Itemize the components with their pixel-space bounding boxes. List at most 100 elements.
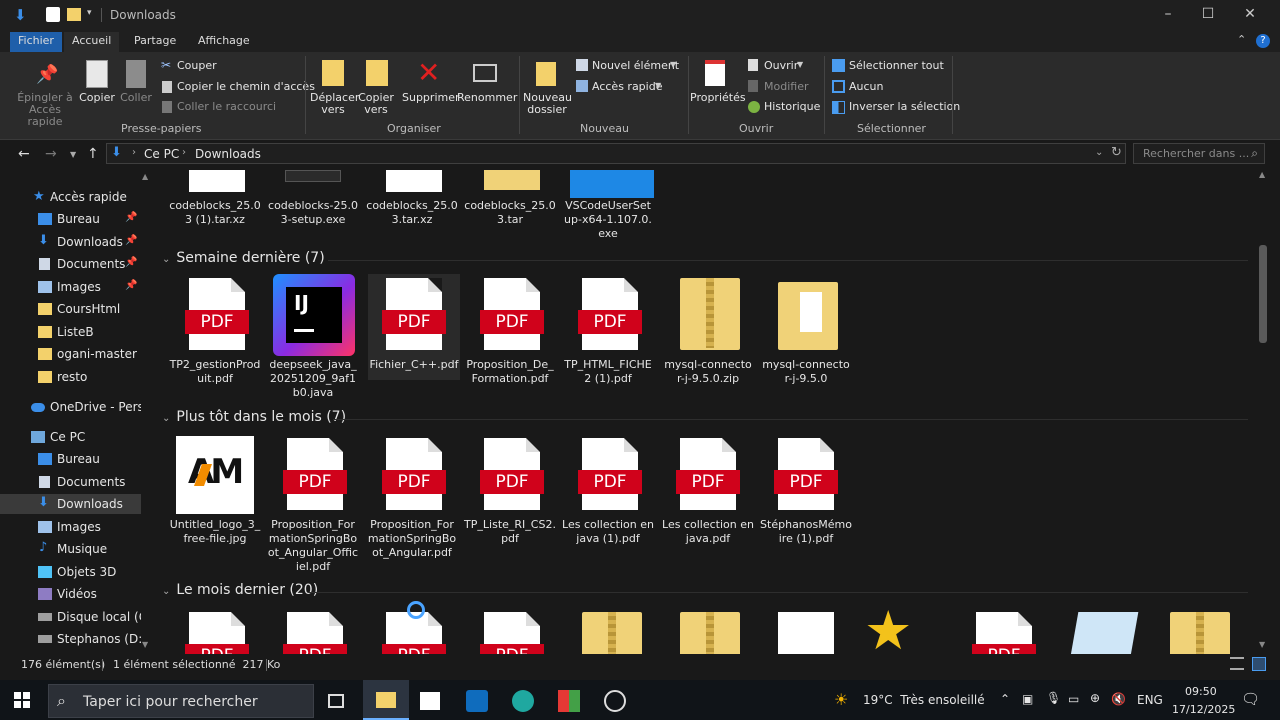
nav-quick-access[interactable]: ★ Accès rapide <box>0 187 150 207</box>
tab-fichier[interactable]: Fichier <box>10 32 62 52</box>
weather-text[interactable]: 19°C Très ensoleillé <box>863 693 985 707</box>
app-grid-icon[interactable] <box>558 690 580 712</box>
nav-item-resto[interactable]: resto <box>0 367 150 387</box>
select-none-button[interactable]: Aucun <box>849 80 884 93</box>
easy-access-button[interactable]: Accès rapide <box>592 80 662 93</box>
file-item[interactable]: PDF TP_HTML_FICHE 2 (1).pdf <box>562 274 654 404</box>
scroll-up-icon[interactable]: ▲ <box>142 172 148 181</box>
file-item[interactable]: PDF Les collection en java.pdf <box>662 434 754 574</box>
network-icon[interactable]: ⊕ <box>1090 691 1100 705</box>
pin-quick-access-button[interactable]: Épingler à Accès rapide <box>10 92 80 128</box>
new-folder-button[interactable]: Nouveau dossier <box>523 92 572 116</box>
pdf-file-icon[interactable]: PDF <box>185 612 249 654</box>
scroll-up-icon[interactable]: ▲ <box>1259 170 1265 179</box>
file-item[interactable]: codeblocks-25.03-setup.exe <box>267 170 359 240</box>
invert-selection-button[interactable]: Inverser la sélection <box>849 100 960 113</box>
volume-icon[interactable]: 🔇 <box>1111 692 1126 706</box>
copy-button[interactable]: Copier <box>78 92 116 104</box>
large-icons-view-icon[interactable] <box>1252 657 1266 671</box>
nav-item-images[interactable]: Images 📌 <box>0 277 150 297</box>
edge-icon[interactable] <box>512 690 534 712</box>
move-to-button[interactable]: Déplacer vers <box>310 92 359 116</box>
address-bar[interactable]: ⬇ › Ce PC › Downloads ⌄ ↻ <box>106 143 1126 164</box>
store-icon[interactable] <box>420 692 440 710</box>
nav-item-bureau[interactable]: Bureau 📌 <box>0 209 150 229</box>
nav-pc-disk-d[interactable]: Stephanos (D:) <box>0 629 150 649</box>
nav-pc-musique[interactable]: ♪ Musique <box>0 539 150 559</box>
nav-pc-documents[interactable]: Documents <box>0 472 150 492</box>
file-item[interactable]: mysql-connector-j-9.5.0 <box>760 274 852 404</box>
file-item[interactable]: codeblocks_25.03.tar <box>464 170 556 240</box>
nav-ce-pc[interactable]: Ce PC <box>0 427 150 447</box>
maximize-button[interactable]: ☐ <box>1198 6 1218 24</box>
file-item[interactable]: IJ deepseek_java_20251209_9af1b0.java <box>267 274 359 404</box>
breadcrumb-downloads[interactable]: Downloads <box>195 147 261 161</box>
file-item[interactable]: PDF Proposition_FormationSpringBoot_Angu… <box>267 434 359 574</box>
star-app-icon[interactable]: ★ <box>864 604 912 655</box>
zip-folder-icon[interactable] <box>680 612 740 654</box>
task-view-icon[interactable] <box>328 694 344 708</box>
nav-scrollbar[interactable]: ▲ ▼ <box>141 172 152 652</box>
meet-icon[interactable]: ▣ <box>1022 692 1033 706</box>
taskbar-search[interactable]: ⌕ Taper ici pour rechercher <box>48 684 314 718</box>
up-button[interactable]: ↑ <box>87 146 99 162</box>
file-item[interactable]: PDF Proposition_De_Formation.pdf <box>464 274 556 404</box>
new-item-button[interactable]: Nouvel élément <box>592 59 679 72</box>
pdf-file-icon[interactable]: PDF <box>480 612 544 654</box>
nav-pc-images[interactable]: Images <box>0 517 150 537</box>
forward-button[interactable]: → <box>45 146 57 162</box>
clock-date[interactable]: 17/12/2025 <box>1172 703 1235 716</box>
weather-icon[interactable]: ☀ <box>834 690 848 709</box>
file-item[interactable]: VSCodeUserSetup-x64-1.107.0.exe <box>562 170 654 240</box>
battery-icon[interactable]: ▭ <box>1068 692 1079 706</box>
document-file-icon[interactable] <box>778 612 834 654</box>
nav-pc-bureau[interactable]: Bureau <box>0 449 150 469</box>
copy-path-button[interactable]: Copier le chemin d'accès <box>177 80 315 93</box>
open-button[interactable]: Ouvrir <box>764 59 798 72</box>
zip-folder-icon[interactable] <box>1170 612 1230 654</box>
scroll-down-icon[interactable]: ▼ <box>1259 640 1265 649</box>
microphone-icon[interactable]: 🎙 <box>1046 691 1061 705</box>
nav-pc-videos[interactable]: Vidéos <box>0 584 150 604</box>
content-scrollbar[interactable]: ▲ ▼ <box>1256 170 1270 654</box>
back-button[interactable]: ← <box>18 146 30 162</box>
file-item[interactable]: PDF TP_Liste_RI_CS2.pdf <box>464 434 556 574</box>
show-hidden-icons[interactable]: ⌃ <box>1000 692 1010 706</box>
file-item[interactable]: AM Untitled_logo_3_free-file.jpg <box>169 434 261 574</box>
recorder-icon[interactable] <box>604 690 626 712</box>
cut-button[interactable]: Couper <box>177 59 217 72</box>
edit-button[interactable]: Modifier <box>764 80 808 93</box>
breadcrumb-chevron-icon[interactable]: › <box>182 147 186 158</box>
breadcrumb-ce-pc[interactable]: Ce PC <box>144 147 179 161</box>
file-item[interactable]: codeblocks_25.03 (1).tar.xz <box>169 170 261 240</box>
folder-quick-icon[interactable] <box>67 8 81 21</box>
language-indicator[interactable]: ENG <box>1137 693 1163 707</box>
nav-pc-disk-c[interactable]: Disque local (C:) <box>0 607 150 627</box>
quick-access-dropdown-icon[interactable]: ▾ <box>87 8 92 18</box>
file-item[interactable]: PDF Les collection en java (1).pdf <box>562 434 654 574</box>
clock-time[interactable]: 09:50 <box>1185 685 1217 698</box>
group-header-last-week[interactable]: ⌄ Semaine dernière (7) <box>162 250 325 266</box>
scroll-thumb[interactable] <box>1259 245 1267 343</box>
nav-item-downloads[interactable]: ⬇ Downloads 📌 <box>0 232 150 252</box>
paste-button[interactable]: Coller <box>118 92 154 104</box>
chevron-down-icon[interactable]: ▼ <box>655 81 661 90</box>
help-icon[interactable]: ? <box>1256 34 1270 48</box>
expand-ribbon-icon[interactable]: ⌃ <box>1237 33 1246 46</box>
nav-onedrive[interactable]: OneDrive - Personal <box>0 397 150 417</box>
file-item-selected[interactable]: PDF Fichier_C++.pdf <box>368 274 460 380</box>
file-item[interactable]: PDF StéphanosMémoire (1).pdf <box>760 434 852 574</box>
file-explorer-taskbar-icon[interactable] <box>363 680 409 720</box>
address-dropdown-icon[interactable]: ⌄ <box>1095 147 1103 158</box>
tab-partage[interactable]: Partage <box>126 32 184 52</box>
chevron-down-icon[interactable]: ▼ <box>797 60 803 69</box>
nav-pc-objets-3d[interactable]: Objets 3D <box>0 562 150 582</box>
file-item[interactable]: mysql-connector-j-9.5.0.zip <box>662 274 754 404</box>
pdf-file-icon[interactable]: PDF <box>283 612 347 654</box>
nav-pc-downloads[interactable]: ⬇ Downloads <box>0 494 150 514</box>
outlook-icon[interactable] <box>466 690 488 712</box>
nav-item-listeb[interactable]: ListeB <box>0 322 150 342</box>
history-button[interactable]: Historique <box>764 100 820 113</box>
select-all-button[interactable]: Sélectionner tout <box>849 59 944 72</box>
file-item[interactable]: PDF Proposition_FormationSpringBoot_Angu… <box>366 434 458 574</box>
